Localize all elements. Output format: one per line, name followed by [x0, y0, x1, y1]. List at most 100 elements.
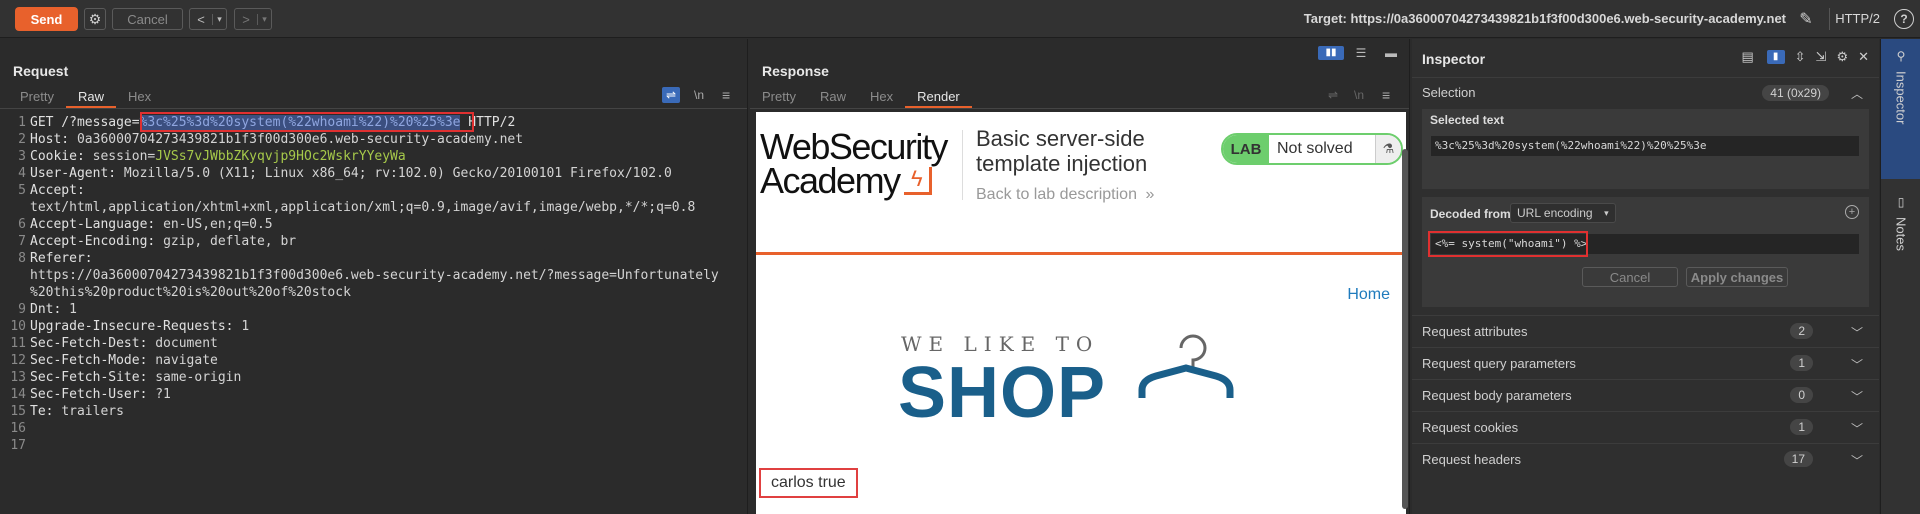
request-line[interactable]: %20this%20product%20is%20out%20of%20stoc…	[30, 284, 351, 301]
line-segment: trailers	[61, 404, 124, 419]
add-decoding-icon[interactable]: +	[1845, 205, 1859, 219]
tab-hex[interactable]: Hex	[116, 88, 163, 108]
inspector-layout-panel-icon[interactable]: ▮	[1766, 50, 1785, 64]
tab-pretty[interactable]: Pretty	[750, 88, 808, 108]
inspector-section-request-body-parameters[interactable]: Request body parameters 0 ﹀	[1412, 379, 1879, 411]
logo-bolt-icon: ϟ	[903, 167, 932, 195]
request-line[interactable]: Sec-Fetch-Mode: navigate	[30, 352, 218, 369]
line-segment: Accept-Language:	[30, 217, 164, 232]
selected-text-field[interactable]: %3c%25%3d%20system(%22whoami%22)%20%25%3…	[1430, 135, 1860, 157]
layout-side-by-side-icon[interactable]: ▮▮	[1318, 46, 1344, 60]
apply-changes-button[interactable]: Apply changes	[1686, 267, 1788, 287]
line-segment: 1	[69, 302, 77, 317]
request-pane: Request Pretty Raw Hex ⇌ \n ≡ 1 GET /?mes…	[0, 39, 748, 514]
chevron-down-icon[interactable]: ﹀	[1851, 420, 1863, 437]
request-line[interactable]: Dnt: 1	[30, 301, 77, 318]
request-line[interactable]: https://0a36000704273439821b1f3f00d300e6…	[30, 267, 719, 284]
divider	[1412, 411, 1879, 412]
line-number: 2	[18, 132, 26, 147]
decoding-select[interactable]: URL encoding ▾	[1510, 203, 1616, 223]
request-line[interactable]: Accept-Encoding: gzip, deflate, br	[30, 233, 296, 250]
request-line[interactable]: Host: 0a36000704273439821b1f3f00d300e6.w…	[30, 131, 523, 148]
forward-arrow-icon[interactable]: >	[235, 12, 257, 27]
request-line[interactable]: Accept:	[30, 182, 85, 199]
chevron-down-icon[interactable]: ﹀	[1851, 388, 1863, 405]
hanger-icon	[1138, 334, 1234, 398]
layout-vertical-icon[interactable]: ☰	[1348, 46, 1374, 60]
tab-raw[interactable]: Raw	[808, 88, 858, 108]
chevron-up-icon[interactable]: ︿	[1851, 85, 1863, 102]
decoding-select-value: URL encoding	[1517, 206, 1593, 220]
settings-gear-icon[interactable]: ⚙	[84, 8, 106, 30]
tab-hex[interactable]: Hex	[858, 88, 905, 108]
chevron-down-icon[interactable]: ﹀	[1851, 356, 1863, 373]
inspector-section-request-cookies[interactable]: Request cookies 1 ﹀	[1412, 411, 1879, 443]
expand-all-icon[interactable]: ⇳	[1795, 49, 1806, 65]
home-link[interactable]: Home	[1347, 286, 1390, 304]
tab-raw[interactable]: Raw	[65, 88, 116, 108]
notes-sidebar-label: Notes	[1893, 217, 1909, 251]
right-sidebar: ⚲ Inspector ▯ Notes	[1880, 39, 1920, 514]
newline-toggle[interactable]: \n	[694, 88, 704, 102]
send-button[interactable]: Send	[15, 7, 78, 31]
inspector-cancel-button[interactable]: Cancel	[1582, 267, 1678, 287]
help-icon[interactable]: ?	[1894, 9, 1914, 29]
divider	[1412, 443, 1879, 444]
back-dropdown-icon[interactable]: ▾	[212, 13, 226, 25]
request-line[interactable]: User-Agent: Mozilla/5.0 (X11; Linux x86_…	[30, 165, 672, 182]
notes-icon: ▯	[1897, 195, 1905, 209]
inspector-section-request-query-parameters[interactable]: Request query parameters 1 ﹀	[1412, 347, 1879, 379]
selection-section-header[interactable]: Selection 41 (0x29) ︿	[1412, 77, 1879, 107]
forward-dropdown-icon[interactable]: ▾	[257, 13, 271, 25]
lab-label: LAB	[1223, 135, 1269, 163]
chevron-down-icon: ▾	[1604, 208, 1609, 218]
request-line[interactable]: Accept-Language: en-US,en;q=0.5	[30, 216, 273, 233]
request-line[interactable]: GET /?message=%3c%25%3d%20system(%22whoa…	[30, 114, 515, 131]
menu-icon[interactable]: ≡	[722, 87, 730, 103]
collapse-all-icon[interactable]: ⇲	[1816, 49, 1827, 65]
request-line[interactable]: Upgrade-Insecure-Requests: 1	[30, 318, 249, 335]
decoded-highlight-box	[1428, 231, 1588, 257]
back-arrow-icon[interactable]: <	[190, 12, 212, 27]
word-wrap-icon[interactable]: ⇌	[662, 87, 680, 103]
request-tabs: Pretty Raw Hex	[8, 88, 163, 108]
tab-pretty[interactable]: Pretty	[8, 88, 66, 108]
inspector-section-request-attributes[interactable]: Request attributes 2 ﹀	[1412, 315, 1879, 347]
line-number: 16	[10, 421, 26, 436]
layout-tabs-icon[interactable]: ▬	[1378, 46, 1404, 60]
word-wrap-icon[interactable]: ⇌	[1328, 88, 1338, 102]
sidebar-tab-inspector[interactable]: ⚲ Inspector	[1881, 39, 1920, 179]
decoded-from-label: Decoded from:	[1430, 207, 1515, 221]
request-line[interactable]: Sec-Fetch-Dest: document	[30, 335, 218, 352]
close-icon[interactable]: ✕	[1858, 49, 1869, 65]
rendered-page: WebSecurity Academy ϟ Basic server-side …	[756, 112, 1406, 514]
request-line[interactable]: text/html,application/xhtml+xml,applicat…	[30, 199, 695, 216]
line-segment: 1	[241, 319, 250, 334]
inspector-toolbar: ▤ ▮ ⇳ ⇲ ⚙ ✕	[1739, 49, 1869, 65]
response-scrollbar[interactable]	[1402, 149, 1408, 509]
request-line[interactable]: Cookie: session=JVSs7vJWbbZKyqvjp9HOc2Ws…	[30, 148, 406, 165]
chevron-down-icon[interactable]: ﹀	[1851, 452, 1863, 469]
chevron-down-icon[interactable]: ﹀	[1851, 324, 1863, 341]
forward-nav-group[interactable]: > ▾	[234, 8, 272, 30]
newline-toggle[interactable]: \n	[1354, 88, 1364, 102]
selected-text-label: Selected text	[1430, 113, 1505, 127]
request-line[interactable]: Te: trailers	[30, 403, 124, 420]
back-nav-group[interactable]: < ▾	[189, 8, 227, 30]
inspector-section-request-headers[interactable]: Request headers 17 ﹀	[1412, 443, 1879, 475]
sidebar-tab-notes[interactable]: ▯ Notes	[1881, 187, 1920, 277]
inspector-settings-icon[interactable]: ⚙	[1836, 49, 1848, 65]
inspector-panel: Inspector ▤ ▮ ⇳ ⇲ ⚙ ✕ Selection 41 (0x29…	[1412, 39, 1879, 514]
request-line[interactable]: Sec-Fetch-User: ?1	[30, 386, 171, 403]
request-line[interactable]: Sec-Fetch-Site: same-origin	[30, 369, 241, 386]
inspector-layout-list-icon[interactable]: ▤	[1739, 49, 1757, 65]
request-line[interactable]: Referer:	[30, 250, 93, 267]
protocol-label[interactable]: HTTP/2	[1835, 11, 1880, 26]
back-to-lab-link[interactable]: Back to lab description »	[976, 186, 1154, 204]
tab-render[interactable]: Render	[905, 88, 972, 108]
menu-icon[interactable]: ≡	[1382, 87, 1390, 103]
cancel-button[interactable]: Cancel	[112, 8, 183, 30]
back-link-text[interactable]: Back to lab description	[976, 186, 1137, 203]
edit-target-pencil-icon[interactable]: ✎	[1796, 9, 1816, 29]
target-url[interactable]: Target: https://0a36000704273439821b1f3f…	[1304, 11, 1786, 26]
